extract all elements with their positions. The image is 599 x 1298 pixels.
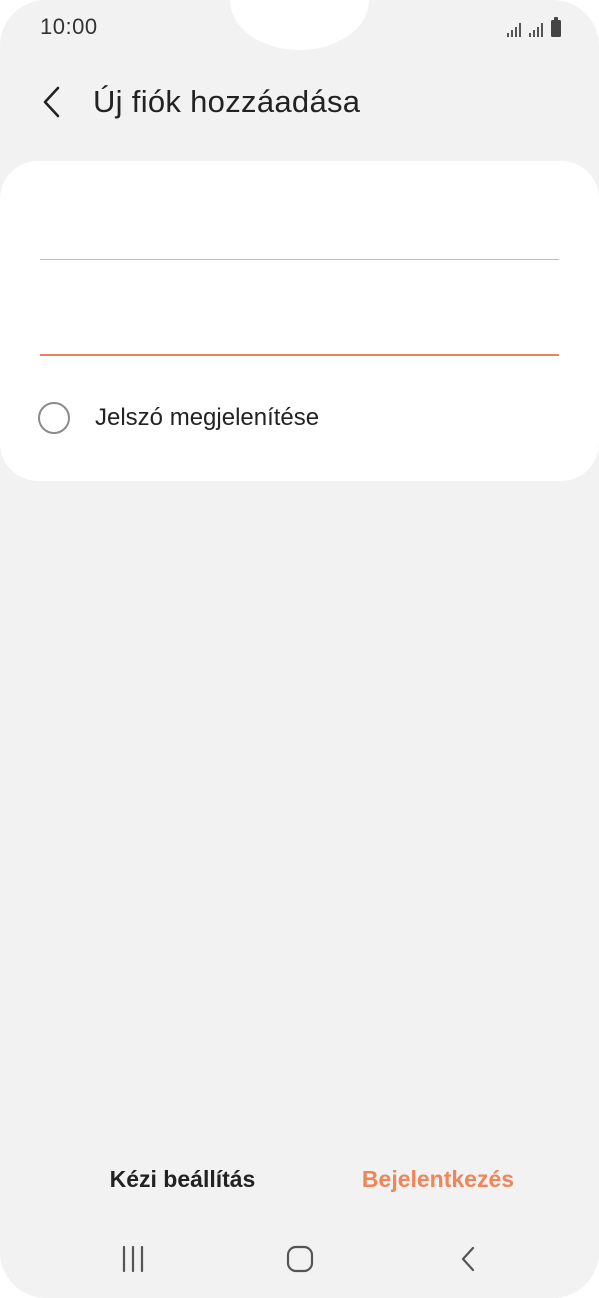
email-field[interactable] bbox=[40, 200, 559, 260]
signal-icon bbox=[507, 21, 521, 37]
recent-apps-icon bbox=[122, 1246, 144, 1272]
login-button[interactable]: Bejelentkezés bbox=[338, 1155, 538, 1203]
password-field[interactable] bbox=[40, 296, 559, 356]
home-button[interactable] bbox=[270, 1236, 330, 1282]
signal-icon bbox=[529, 21, 543, 37]
battery-icon bbox=[551, 17, 561, 37]
app-header: Új fiók hozzáadása bbox=[0, 70, 599, 136]
bottom-actions: Kézi beállítás Bejelentkezés bbox=[0, 1155, 599, 1205]
page-title: Új fiók hozzáadása bbox=[93, 84, 361, 119]
phone-screen: 10:00 Új fiók hozzáadása Jelszó megjelen… bbox=[0, 0, 599, 1298]
status-bar: 10:00 bbox=[0, 0, 599, 56]
back-icon bbox=[461, 1246, 475, 1272]
home-icon bbox=[286, 1245, 314, 1273]
chevron-left-icon bbox=[43, 86, 60, 118]
recent-apps-button[interactable] bbox=[103, 1236, 163, 1282]
navigation-bar bbox=[0, 1228, 599, 1290]
manual-setup-button[interactable]: Kézi beállítás bbox=[80, 1155, 285, 1203]
show-password-label: Jelszó megjelenítése bbox=[95, 404, 320, 431]
status-icons bbox=[507, 17, 561, 37]
show-password-checkbox[interactable]: Jelszó megjelenítése bbox=[38, 398, 319, 438]
status-time: 10:00 bbox=[40, 14, 98, 39]
nav-back-button[interactable] bbox=[438, 1236, 498, 1282]
checkbox-circle-icon[interactable] bbox=[38, 402, 70, 434]
back-button[interactable] bbox=[30, 80, 74, 124]
